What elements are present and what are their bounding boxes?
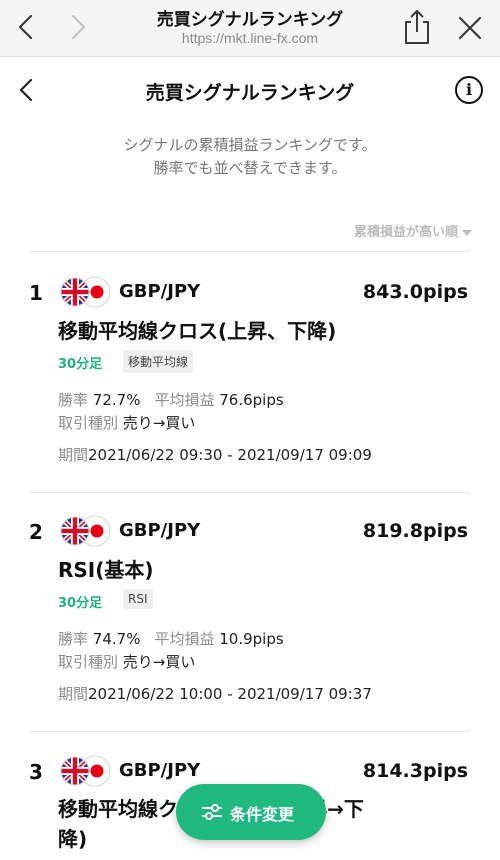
description: シグナルの累積損益ランキングです。 勝率でも並べ替えできます。 bbox=[40, 134, 460, 180]
sort-dropdown[interactable]: 累積損益が高い順 bbox=[354, 221, 472, 240]
page-title: 売買シグナルランキング bbox=[145, 82, 355, 104]
rank-number: 3 bbox=[29, 760, 43, 784]
description-line-1: シグナルの累積損益ランキングです。 bbox=[123, 136, 377, 154]
rank-number: 2 bbox=[29, 520, 43, 544]
sliders-icon bbox=[202, 804, 222, 820]
win-rate-label: 勝率 bbox=[58, 630, 89, 648]
rank-number: 1 bbox=[29, 281, 43, 305]
avg-pl-value: 76.6pips bbox=[219, 391, 284, 409]
trade-type-row: 取引種別 売り→買い bbox=[58, 412, 195, 433]
period-value: 2021/06/22 09:30 - 2021/09/17 09:09 bbox=[88, 446, 372, 464]
currency-pair: GBP/JPY bbox=[119, 520, 201, 541]
avg-pl-label: 平均損益 bbox=[154, 630, 215, 648]
signal-name: 移動平均線クロス(上昇、下降) bbox=[58, 319, 337, 343]
avg-pl-value: 10.9pips bbox=[219, 630, 284, 648]
win-rate-value: 74.7% bbox=[92, 630, 141, 648]
win-rate-label: 勝率 bbox=[58, 391, 89, 409]
period-row: 期間2021/06/22 10:00 - 2021/09/17 09:37 bbox=[58, 683, 372, 704]
cumulative-pips: 814.3pips bbox=[362, 760, 468, 782]
avg-pl-label: 平均損益 bbox=[154, 391, 215, 409]
close-icon[interactable] bbox=[456, 14, 484, 42]
cumulative-pips: 819.8pips bbox=[362, 520, 468, 542]
period-row: 期間2021/06/22 09:30 - 2021/09/17 09:09 bbox=[58, 444, 372, 465]
cumulative-pips: 843.0pips bbox=[362, 281, 468, 303]
gbp-jpy-flags-icon bbox=[60, 755, 111, 787]
period-value: 2021/06/22 10:00 - 2021/09/17 09:37 bbox=[88, 685, 372, 703]
trade-type-value: 売り→買い bbox=[122, 414, 196, 432]
stats-row: 勝率 72.7% 平均損益 76.6pips bbox=[58, 389, 284, 410]
filter-button-label: 条件変更 bbox=[230, 805, 295, 824]
filter-conditions-button[interactable]: 条件変更 bbox=[176, 784, 326, 840]
trade-type-label: 取引種別 bbox=[58, 653, 119, 671]
currency-pair: GBP/JPY bbox=[119, 281, 201, 302]
indicator-tag: 移動平均線 bbox=[123, 350, 194, 373]
browser-back-icon[interactable] bbox=[12, 12, 40, 42]
timeframe-label: 30分足 bbox=[58, 596, 103, 611]
caret-down-icon bbox=[462, 229, 472, 236]
period-label: 期間 bbox=[58, 446, 89, 464]
indicator-tag: RSI bbox=[123, 589, 153, 609]
win-rate-value: 72.7% bbox=[92, 391, 141, 409]
sort-label: 累積損益が高い順 bbox=[353, 225, 458, 240]
divider bbox=[30, 251, 470, 252]
divider bbox=[30, 731, 470, 732]
gbp-jpy-flags-icon bbox=[60, 276, 111, 308]
gbp-jpy-flags-icon bbox=[60, 515, 111, 547]
description-line-2: 勝率でも並べ替えできます。 bbox=[153, 159, 347, 177]
browser-page-title: 売買シグナルランキング bbox=[156, 10, 344, 30]
divider bbox=[30, 492, 470, 493]
trade-type-value: 売り→買い bbox=[122, 653, 196, 671]
info-icon[interactable]: i bbox=[455, 76, 483, 104]
trade-type-row: 取引種別 売り→買い bbox=[58, 651, 195, 672]
browser-forward-icon[interactable] bbox=[64, 12, 92, 42]
signal-name: RSI(基本) bbox=[58, 558, 154, 582]
stats-row: 勝率 74.7% 平均損益 10.9pips bbox=[58, 628, 284, 649]
browser-toolbar: 売買シグナルランキング https://mkt.line-fx.com bbox=[0, 0, 500, 57]
share-icon[interactable] bbox=[402, 8, 432, 46]
back-icon[interactable] bbox=[14, 76, 38, 104]
currency-pair: GBP/JPY bbox=[119, 760, 201, 781]
trade-type-label: 取引種別 bbox=[58, 414, 119, 432]
timeframe-label: 30分足 bbox=[58, 357, 103, 372]
period-label: 期間 bbox=[58, 685, 89, 703]
browser-url[interactable]: https://mkt.line-fx.com bbox=[110, 30, 390, 46]
